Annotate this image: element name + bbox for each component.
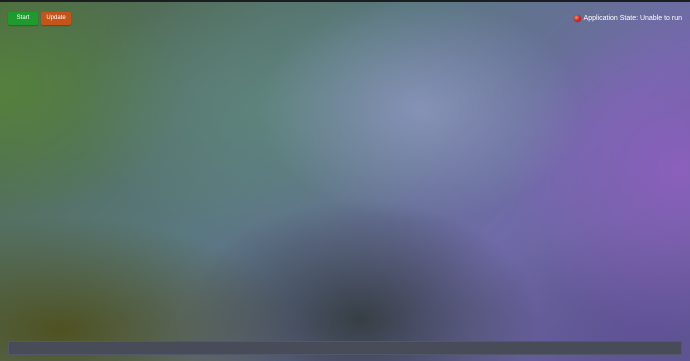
window-top-edge — [0, 0, 690, 2]
update-button[interactable]: Update — [41, 12, 71, 25]
background-gradient — [0, 0, 690, 361]
start-button[interactable]: Start — [8, 12, 38, 25]
red-circle-icon — [573, 15, 581, 22]
application-state-label: Application State: Unable to run — [583, 15, 682, 22]
bottom-console-bar[interactable] — [8, 341, 682, 355]
application-state-indicator: Application State: Unable to run — [573, 12, 682, 25]
